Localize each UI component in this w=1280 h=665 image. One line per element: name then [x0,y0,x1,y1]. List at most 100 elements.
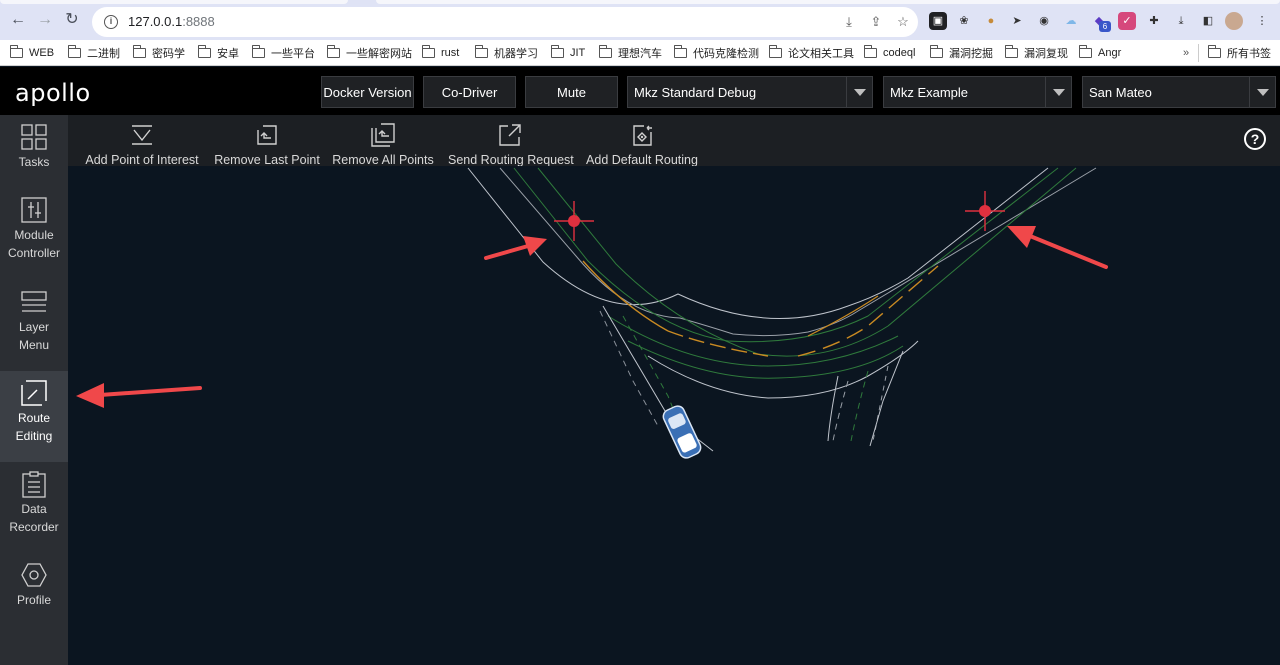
remove-all-points-button[interactable]: Remove All Points [332,115,434,167]
bookmark-folder[interactable]: 密码学 [133,45,185,61]
extension-icon[interactable]: ◉ [1035,12,1053,30]
sidebar-item-label: Module [14,228,54,242]
bookmark-folder[interactable]: 一些平台 [252,45,315,61]
help-icon[interactable]: ? [1244,128,1266,150]
tab-strip [0,0,1280,4]
all-bookmarks-folder[interactable]: 所有书签 [1208,45,1271,61]
folder-icon [1005,45,1018,58]
back-icon[interactable]: ← [8,10,28,30]
sidebar: Tasks Module Controller Layer Menu Route… [0,115,68,665]
bookmark-folder[interactable]: 漏洞复现 [1005,45,1068,61]
cookie-extension-icon[interactable]: ● [982,12,1000,30]
bookmark-folder[interactable]: 论文相关工具 [769,45,854,61]
tab[interactable] [0,0,348,4]
sidebar-item-layer-menu[interactable]: Layer Menu [0,280,68,371]
folder-icon [930,45,943,58]
bookmark-folder[interactable]: 一些解密网站 [327,45,412,61]
sidebar-item-label: Tasks [18,155,50,169]
bookmark-folder[interactable]: rust [422,45,459,61]
bookmark-folder[interactable]: 安卓 [198,45,239,61]
road-boundary [499,167,1097,337]
bookmark-folder[interactable]: 理想汽车 [599,45,662,61]
mode-select[interactable]: Mkz Standard Debug [627,76,873,108]
forward-icon[interactable]: → [35,10,55,30]
tab[interactable] [376,0,1280,4]
map-select[interactable]: San Mateo [1082,76,1276,108]
extensions-puzzle-icon[interactable]: ✚ [1145,12,1163,30]
remove-last-point-icon [257,125,277,145]
app-header: apollo Docker Version Co-Driver Mute Mkz… [0,67,1280,115]
send-routing-label: Send Routing Request [448,153,574,167]
mode-select-value: Mkz Standard Debug [634,85,757,100]
extension-badge: 6 [1099,21,1111,32]
menu-kebab-icon[interactable]: ⋮ [1253,12,1271,30]
bookmarks-overflow-button[interactable]: » [1183,45,1189,61]
send-routing-request-button[interactable]: Send Routing Request [448,115,574,167]
ego-vehicle [662,405,702,459]
downloads-icon[interactable]: ⤓ [1172,12,1190,30]
sidebar-item-data-recorder[interactable]: Data Recorder [0,462,68,553]
sidebar-item-label: Recorder [9,520,59,534]
add-point-of-interest-button[interactable]: Add Point of Interest [80,115,204,167]
docker-version-button[interactable]: Docker Version [321,76,414,108]
site-info-icon[interactable]: i [104,15,118,29]
folder-icon [1079,45,1092,58]
sidebar-item-label: Profile [16,593,51,607]
remove-last-point-button[interactable]: Remove Last Point [212,115,322,167]
side-panel-icon[interactable]: ◧ [1199,12,1217,30]
chevron-down-icon[interactable] [1249,77,1275,107]
share-icon[interactable]: ⇪ [867,13,885,31]
folder-icon [252,45,265,58]
layer-menu-icon [21,291,47,312]
cloud-extension-icon[interactable]: ☁ [1062,12,1080,30]
vehicle-select[interactable]: Mkz Example [883,76,1072,108]
folder-icon [10,45,23,58]
extension-icon[interactable]: ▣ [929,12,947,30]
bookmark-star-icon[interactable]: ☆ [894,13,912,31]
folder-icon [1208,45,1221,58]
data-recorder-icon [22,471,46,498]
sidebar-item-label: Data [21,502,47,516]
poi-marker[interactable] [554,201,594,241]
sidebar-item-module-controller[interactable]: Module Controller [0,188,68,279]
bookmark-folder[interactable]: Angr [1079,45,1121,61]
cursor-extension-icon[interactable]: ➤ [1008,12,1026,30]
add-default-routing-label: Add Default Routing [586,153,698,167]
install-app-icon[interactable]: ⤓ [840,13,858,31]
route-editing-icon [21,380,47,406]
folder-icon [674,45,687,58]
poi-marker[interactable] [965,191,1005,231]
tasks-grid-icon [21,124,47,150]
bookmark-folder[interactable]: codeql [864,45,915,61]
co-driver-button[interactable]: Co-Driver [423,76,516,108]
bookmark-folder[interactable]: 二进制 [68,45,120,61]
bookmark-folder[interactable]: 漏洞挖掘 [930,45,993,61]
add-default-routing-button[interactable]: Add Default Routing [586,115,698,167]
remove-last-point-label: Remove Last Point [214,153,320,167]
bookmark-folder[interactable]: WEB [10,45,54,61]
sidebar-item-profile[interactable]: Profile [0,553,68,644]
profile-avatar[interactable] [1225,12,1243,30]
sidebar-item-label: Controller [7,246,61,260]
extension-icon[interactable]: ❀ [955,12,973,30]
bookmark-folder[interactable]: 机器学习 [475,45,538,61]
sidebar-item-label: Menu [18,338,50,352]
folder-icon [133,45,146,58]
extension-icon[interactable]: ◆ 6 [1090,12,1111,32]
road-boundary [827,375,839,442]
apollo-logo: apollo [15,79,91,107]
extension-icon[interactable]: ✓ [1118,12,1136,30]
chevron-down-icon[interactable] [846,77,872,107]
road-network [467,167,1097,459]
map-canvas[interactable] [68,166,1280,665]
remove-all-points-icon [371,123,395,147]
reload-icon[interactable]: ↻ [62,10,82,30]
address-bar[interactable]: i 127.0.0.1:8888 ⤓ ⇪ ☆ [92,7,918,37]
bookmark-folder[interactable]: JIT [551,45,585,61]
url-text[interactable]: 127.0.0.1:8888 [128,14,215,29]
sidebar-item-route-editing[interactable]: Route Editing [0,371,68,462]
bookmark-folder[interactable]: 代码克隆检测 [674,45,759,61]
folder-icon [68,45,81,58]
chevron-down-icon[interactable] [1045,77,1071,107]
mute-button[interactable]: Mute [525,76,618,108]
